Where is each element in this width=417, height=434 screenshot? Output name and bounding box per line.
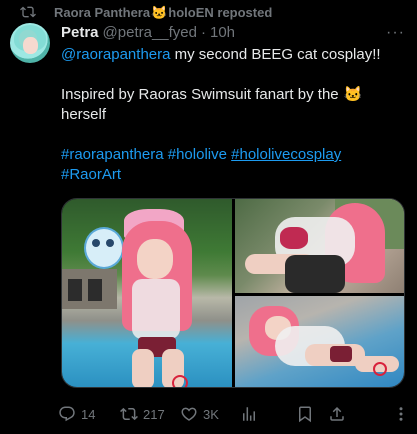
photo-cosplay-pool-1[interactable] [62, 199, 232, 387]
author-handle[interactable]: @petra__fyed [103, 24, 197, 41]
media-grid [61, 198, 405, 388]
repost-context[interactable]: Raora Panthera 🐱 holoEN reposted [20, 3, 272, 21]
reply-icon [59, 406, 75, 422]
share-icon [330, 406, 344, 421]
cat-emoji-icon: 🐱 [151, 4, 168, 20]
tweet-line-3: herself [61, 106, 107, 123]
repost-icon [20, 6, 36, 18]
share-button[interactable] [328, 405, 346, 423]
more-options-icon[interactable]: ··· [386, 24, 405, 42]
repost-count: 217 [143, 406, 165, 422]
like-button[interactable]: 3K [180, 405, 219, 423]
header-separator: · [200, 24, 206, 41]
reply-count: 14 [81, 406, 96, 422]
mention-link[interactable]: @raorapanthera [61, 46, 170, 63]
tweet-line-1-text: my second BEEG cat cosplay!! [170, 46, 381, 63]
more-actions-button[interactable] [392, 405, 410, 423]
tweet-line-2: Inspired by Raoras Swimsuit fanart by th… [61, 85, 406, 105]
bookmark-button[interactable] [296, 405, 314, 423]
hashtag-line-2: #RaorArt [61, 165, 406, 185]
like-count: 3K [203, 406, 219, 422]
hashtag-link[interactable]: #hololivecosplay [231, 146, 341, 163]
tweet-text: @raorapanthera my second BEEG cat cospla… [61, 45, 406, 185]
repost-button[interactable]: 217 [120, 405, 165, 423]
repost-user-name[interactable]: Raora Panthera [54, 5, 150, 20]
photo-cosplay-pool-2[interactable] [235, 199, 404, 293]
photo-cosplay-pool-3[interactable] [235, 296, 404, 387]
views-icon [243, 407, 255, 421]
avatar-face-shape [23, 37, 38, 54]
tweet-header: Petra @petra__fyed · 10h [61, 24, 235, 41]
avatar[interactable] [10, 23, 50, 63]
repost-icon [120, 407, 138, 421]
reply-button[interactable]: 14 [58, 405, 95, 423]
hashtag-line-1: #raorapanthera #hololive #hololivecospla… [61, 145, 406, 165]
tweet-actions: 14 217 3K [58, 403, 408, 425]
author-name[interactable]: Petra [61, 24, 99, 41]
repost-suffix: holoEN reposted [168, 4, 273, 20]
more-vertical-icon [399, 407, 403, 421]
tweet-line-1: @raorapanthera my second BEEG cat cospla… [61, 45, 406, 65]
tweet-timestamp[interactable]: 10h [210, 24, 235, 41]
bookmark-icon [299, 406, 311, 423]
hashtag-link[interactable]: #RaorArt [61, 166, 121, 183]
hashtag-link[interactable]: #hololive [168, 146, 227, 163]
hashtag-link[interactable]: #raorapanthera [61, 146, 164, 163]
heart-icon [181, 407, 197, 421]
views-button[interactable] [240, 405, 258, 423]
tweet-line-2-text: Inspired by Raoras Swimsuit fanart by th… [61, 86, 343, 103]
cat-emoji-icon: 🐱 [343, 86, 363, 103]
